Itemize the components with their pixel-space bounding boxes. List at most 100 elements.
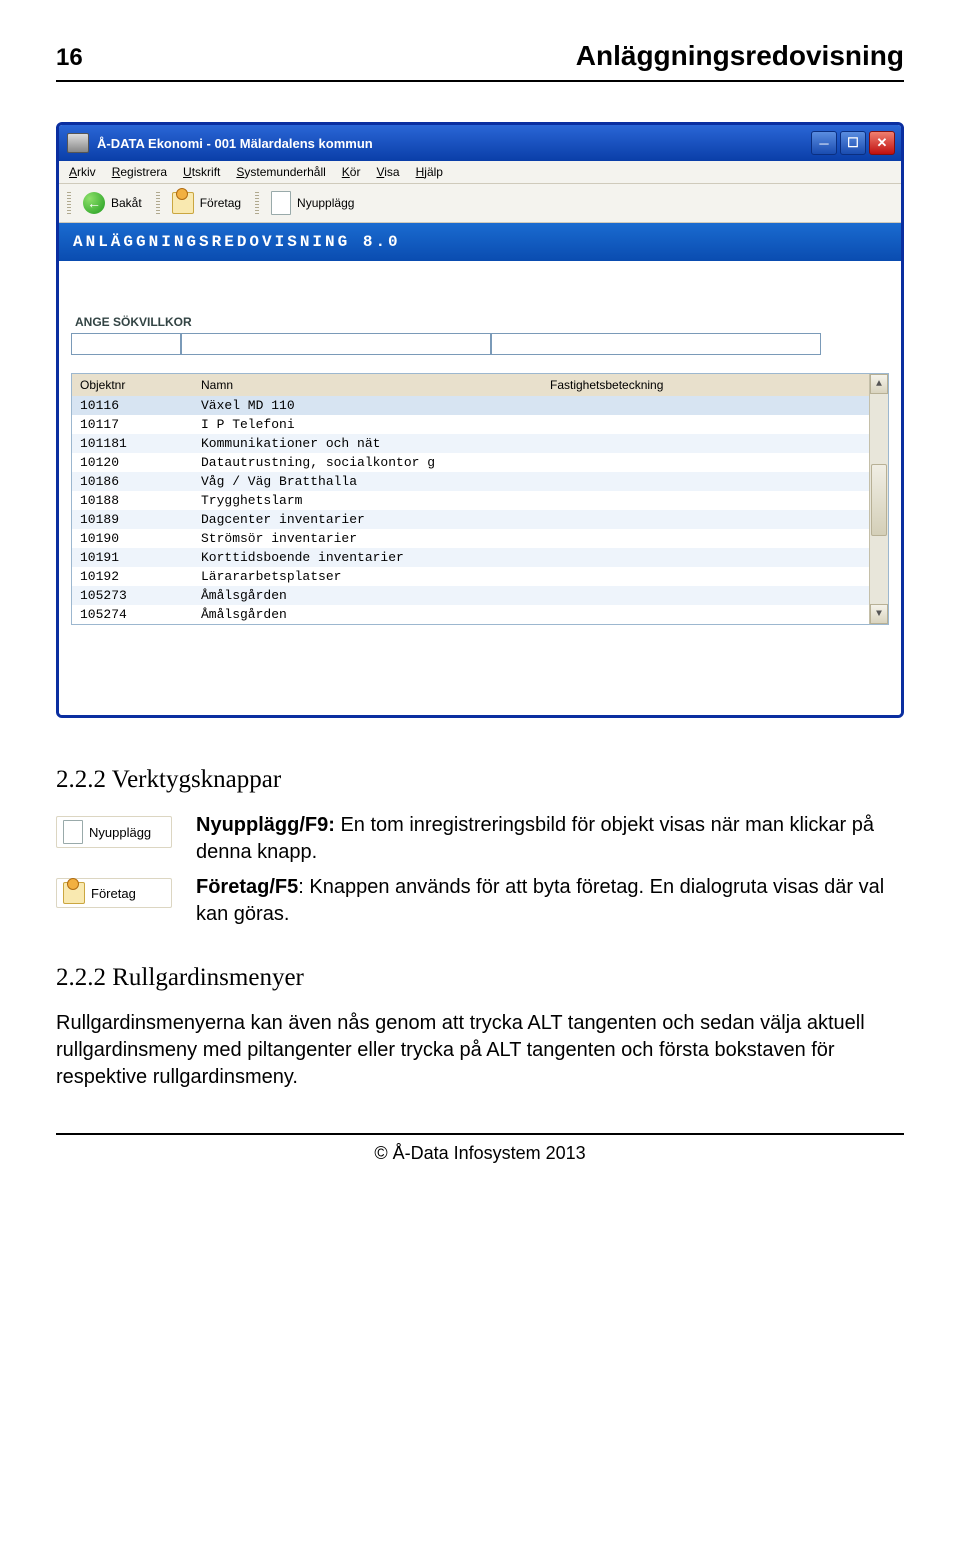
table-row[interactable]: 10186Våg / Väg Bratthalla [72, 472, 869, 491]
table-row[interactable]: 10190Strömsör inventarier [72, 529, 869, 548]
cell-namn: Dagcenter inventarier [193, 510, 542, 529]
toolbar: ← Bakåt Företag Nyupplägg [59, 184, 901, 223]
menu-bar: Arkiv Registrera Utskrift Systemunderhål… [59, 161, 901, 184]
cell-namn: Trygghetslarm [193, 491, 542, 510]
col-fastighet[interactable]: Fastighetsbeteckning [542, 374, 869, 396]
cell-fastighet [542, 472, 869, 491]
toolbar-grip-3 [255, 192, 259, 214]
module-title-bar: ANLÄGGNINGSREDOVISNING 8.0 [59, 223, 901, 261]
back-arrow-icon: ← [83, 192, 105, 214]
cell-objektnr: 10120 [72, 453, 193, 472]
back-button[interactable]: ← Bakåt [79, 189, 152, 217]
heading-rullgardinsmenyer: 2.2.2 Rullgardinsmenyer [56, 964, 904, 992]
table-row[interactable]: 10116Växel MD 110 [72, 396, 869, 415]
scroll-thumb[interactable] [871, 464, 887, 536]
cell-fastighet [542, 529, 869, 548]
title-bar: Å-DATA Ekonomi - 001 Mälardalens kommun … [59, 125, 901, 161]
menu-systemunderhall[interactable]: Systemunderhåll [236, 165, 325, 179]
new-label: Nyupplägg [297, 196, 354, 210]
app-window: Å-DATA Ekonomi - 001 Mälardalens kommun … [56, 122, 904, 718]
cell-fastighet [542, 491, 869, 510]
chip-foretag: Företag [56, 878, 172, 908]
cell-objektnr: 10191 [72, 548, 193, 567]
grid-header: Objektnr Namn Fastighetsbeteckning [72, 374, 869, 396]
table-row[interactable]: 10192Lärararbetsplatser [72, 567, 869, 586]
table-row[interactable]: 105274Åmålsgården [72, 605, 869, 624]
cell-fastighet [542, 415, 869, 434]
cell-objektnr: 101181 [72, 434, 193, 453]
app-icon [67, 133, 89, 153]
menu-hjalp[interactable]: Hjälp [416, 165, 443, 179]
toolbar-grip-2 [156, 192, 160, 214]
cell-namn: Växel MD 110 [193, 396, 542, 415]
cell-objektnr: 10189 [72, 510, 193, 529]
menu-arkiv[interactable]: Arkiv [69, 165, 96, 179]
cell-objektnr: 10192 [72, 567, 193, 586]
maximize-button[interactable]: ☐ [840, 131, 866, 155]
cell-fastighet [542, 396, 869, 415]
minimize-button[interactable]: ─ [811, 131, 837, 155]
scroll-up-button[interactable]: ▲ [870, 374, 888, 394]
toolbar-grip [67, 192, 71, 214]
cell-namn: Våg / Väg Bratthalla [193, 472, 542, 491]
menu-utskrift[interactable]: Utskrift [183, 165, 220, 179]
cell-objektnr: 10188 [72, 491, 193, 510]
heading-verktygsknappar: 2.2.2 Verktygsknappar [56, 766, 904, 794]
cell-objektnr: 105274 [72, 605, 193, 624]
cell-fastighet [542, 605, 869, 624]
page-number: 16 [56, 44, 83, 72]
header-rule [56, 80, 904, 82]
cell-fastighet [542, 586, 869, 605]
company-button[interactable]: Företag [168, 189, 251, 217]
search-fields [71, 333, 889, 355]
menu-visa[interactable]: Visa [376, 165, 399, 179]
result-grid: Objektnr Namn Fastighetsbeteckning 10116… [71, 373, 889, 625]
menu-kor[interactable]: Kör [342, 165, 361, 179]
table-row[interactable]: 10191Korttidsboende inventarier [72, 548, 869, 567]
chip-nyupplagg: Nyupplägg [56, 816, 172, 848]
search-input-fastighet[interactable] [491, 333, 821, 355]
table-row[interactable]: 105273Åmålsgården [72, 586, 869, 605]
new-doc-icon [63, 820, 83, 844]
scroll-track[interactable] [870, 394, 888, 604]
foretag-text: : Knappen används för att byta företag. … [196, 876, 884, 925]
cell-fastighet [542, 434, 869, 453]
new-button[interactable]: Nyupplägg [267, 188, 364, 218]
close-button[interactable]: ✕ [869, 131, 895, 155]
cell-objektnr: 10116 [72, 396, 193, 415]
table-row[interactable]: 10117I P Telefoni [72, 415, 869, 434]
scroll-down-button[interactable]: ▼ [870, 604, 888, 624]
company-label: Företag [200, 196, 241, 210]
document-title: Anläggningsredovisning [576, 40, 904, 72]
search-input-objektnr[interactable] [71, 333, 181, 355]
search-input-namn[interactable] [181, 333, 491, 355]
grid-body: 10116Växel MD 11010117I P Telefoni101181… [72, 396, 869, 624]
window-title: Å-DATA Ekonomi - 001 Mälardalens kommun [97, 136, 373, 151]
menu-registrera[interactable]: Registrera [112, 165, 167, 179]
cell-namn: Åmålsgården [193, 605, 542, 624]
company-icon [172, 192, 194, 214]
cell-fastighet [542, 548, 869, 567]
vertical-scrollbar[interactable]: ▲ ▼ [869, 374, 888, 624]
cell-fastighet [542, 567, 869, 586]
cell-namn: Åmålsgården [193, 586, 542, 605]
search-label: ANGE SÖKVILLKOR [75, 315, 889, 329]
table-row[interactable]: 10188Trygghetslarm [72, 491, 869, 510]
new-doc-icon [271, 191, 291, 215]
cell-objektnr: 105273 [72, 586, 193, 605]
cell-namn: Datautrustning, socialkontor g [193, 453, 542, 472]
cell-objektnr: 10117 [72, 415, 193, 434]
chip-nyupplagg-label: Nyupplägg [89, 825, 151, 840]
table-row[interactable]: 10120Datautrustning, socialkontor g [72, 453, 869, 472]
cell-namn: Korttidsboende inventarier [193, 548, 542, 567]
cell-fastighet [542, 453, 869, 472]
foretag-strong: Företag/F5 [196, 876, 298, 898]
col-namn[interactable]: Namn [193, 374, 542, 396]
nyupplagg-strong: Nyupplägg/F9: [196, 814, 335, 836]
table-row[interactable]: 101181Kommunikationer och nät [72, 434, 869, 453]
cell-namn: Lärararbetsplatser [193, 567, 542, 586]
table-row[interactable]: 10189Dagcenter inventarier [72, 510, 869, 529]
col-objektnr[interactable]: Objektnr [72, 374, 193, 396]
footer-rule [56, 1133, 904, 1135]
cell-objektnr: 10186 [72, 472, 193, 491]
